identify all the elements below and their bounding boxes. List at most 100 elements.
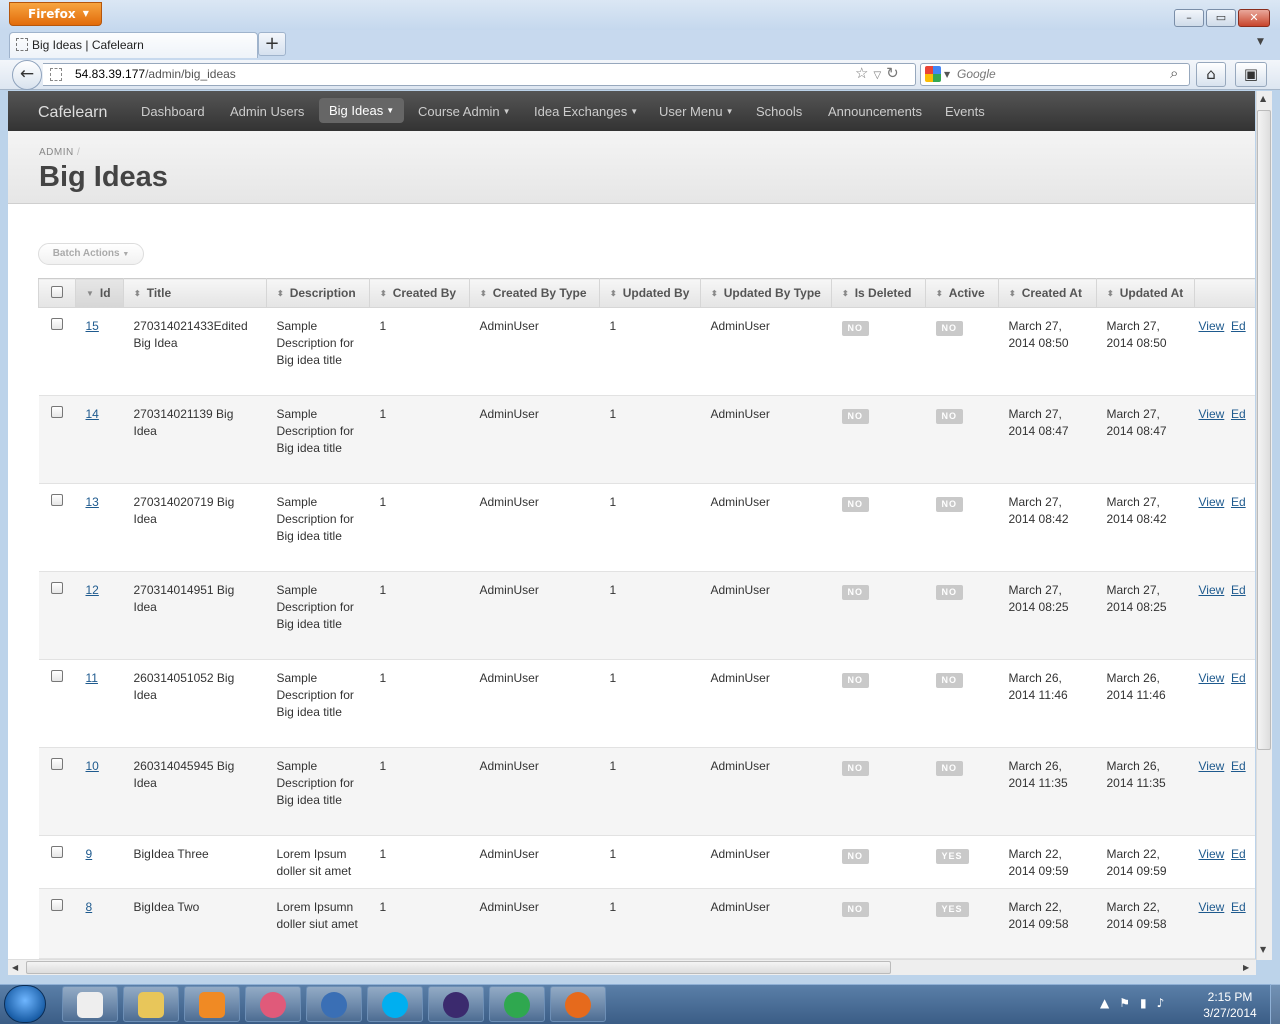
view-link[interactable]: View <box>1199 407 1225 421</box>
taskbar-button-media-player[interactable] <box>184 986 240 1022</box>
view-link[interactable]: View <box>1199 759 1225 773</box>
scroll-right-icon[interactable]: ▶ <box>1243 963 1249 972</box>
history-dropdown-icon[interactable]: ▽ <box>873 70 886 81</box>
id-link[interactable]: 14 <box>86 407 99 421</box>
edit-link[interactable]: Ed <box>1231 759 1246 773</box>
firefox-menu-button[interactable]: Firefox ▼ <box>9 2 102 26</box>
select-all-checkbox[interactable] <box>51 285 63 298</box>
edit-link[interactable]: Ed <box>1231 407 1246 421</box>
nav-dashboard[interactable]: Dashboard <box>141 104 205 119</box>
taskbar-button-skype[interactable] <box>367 986 423 1022</box>
nav-idea-exchanges[interactable]: Idea Exchanges ▼ <box>534 104 638 119</box>
id-link[interactable]: 13 <box>86 495 99 509</box>
column-header-is-deleted[interactable]: ⬍ Is Deleted <box>831 278 926 308</box>
addon-button[interactable]: ▣ <box>1235 62 1267 87</box>
id-link[interactable]: 8 <box>86 900 93 914</box>
action-center-icon[interactable]: ⚑ <box>1119 996 1140 1010</box>
search-icon[interactable]: ⌕ <box>1170 64 1178 82</box>
volume-icon[interactable]: ♪ <box>1157 996 1175 1010</box>
row-checkbox[interactable] <box>50 494 63 506</box>
edit-link[interactable]: Ed <box>1231 900 1246 914</box>
start-button[interactable] <box>4 985 46 1023</box>
id-link[interactable]: 15 <box>86 319 99 333</box>
system-tray[interactable]: ▲⚑▮♪ <box>1100 996 1174 1010</box>
scroll-left-icon[interactable]: ◀ <box>12 963 18 972</box>
close-button[interactable]: ✕ <box>1238 9 1270 27</box>
back-button[interactable]: ← <box>12 60 42 90</box>
new-tab-button[interactable]: + <box>258 32 286 56</box>
scroll-up-icon[interactable]: ▲ <box>1260 94 1266 103</box>
row-checkbox[interactable] <box>50 318 63 330</box>
column-header-id[interactable]: ▼ Id <box>75 278 124 308</box>
cell-active: YES <box>925 835 999 889</box>
view-link[interactable]: View <box>1199 495 1225 509</box>
taskbar-button-eclipse[interactable] <box>428 986 484 1022</box>
taskbar-button-explorer[interactable] <box>123 986 179 1022</box>
edit-link[interactable]: Ed <box>1231 583 1246 597</box>
column-header-description[interactable]: ⬍ Description <box>266 278 370 308</box>
row-checkbox[interactable] <box>50 899 63 911</box>
column-header-title[interactable]: ⬍ Title <box>123 278 267 308</box>
nav-announcements[interactable]: Announcements <box>828 104 922 119</box>
edit-link[interactable]: Ed <box>1231 319 1246 333</box>
column-header-updated-by[interactable]: ⬍ Updated By <box>599 278 701 308</box>
cell-id: 12 <box>75 571 124 660</box>
row-checkbox[interactable] <box>50 670 63 682</box>
nav-schools[interactable]: Schools <box>756 104 802 119</box>
nav-admin-users[interactable]: Admin Users <box>230 104 304 119</box>
id-link[interactable]: 9 <box>86 847 93 861</box>
breadcrumb-admin[interactable]: ADMIN <box>39 147 74 158</box>
row-checkbox[interactable] <box>50 406 63 418</box>
edit-link[interactable]: Ed <box>1231 847 1246 861</box>
id-link[interactable]: 12 <box>86 583 99 597</box>
view-link[interactable]: View <box>1199 583 1225 597</box>
scroll-down-icon[interactable]: ▼ <box>1260 945 1266 954</box>
view-link[interactable]: View <box>1199 847 1225 861</box>
horizontal-scroll-thumb[interactable] <box>26 961 891 974</box>
maximize-button[interactable]: ▭ <box>1206 9 1236 27</box>
nav-course-admin[interactable]: Course Admin ▼ <box>418 104 511 119</box>
id-link[interactable]: 10 <box>86 759 99 773</box>
taskbar-button-thunderbird[interactable] <box>306 986 362 1022</box>
nav-user-menu[interactable]: User Menu ▼ <box>659 104 734 119</box>
id-link[interactable]: 11 <box>86 671 98 685</box>
column-header-updated-at[interactable]: ⬍ Updated At <box>1096 278 1195 308</box>
site-identity-icon[interactable] <box>50 68 62 81</box>
tray-expand-icon[interactable]: ▲ <box>1100 996 1119 1010</box>
nav-events[interactable]: Events <box>945 104 985 119</box>
row-checkbox[interactable] <box>50 758 63 770</box>
row-checkbox[interactable] <box>50 846 63 858</box>
url-text[interactable]: 54.83.39.177/admin/big_ideas <box>75 67 236 81</box>
browser-tab[interactable]: Big Ideas | Cafelearn <box>9 32 258 58</box>
bookmark-star-icon[interactable]: ☆ <box>855 64 873 82</box>
tab-list-icon[interactable]: ▼ <box>1257 37 1271 49</box>
nav-big-ideas[interactable]: Big Ideas ▼ <box>319 98 405 123</box>
edit-link[interactable]: Ed <box>1231 495 1246 509</box>
column-header-updated-by-type[interactable]: ⬍ Updated By Type <box>700 278 832 308</box>
taskbar-clock[interactable]: 2:15 PM 3/27/2014 <box>1195 989 1265 1021</box>
column-header-created-by[interactable]: ⬍ Created By <box>369 278 470 308</box>
view-link[interactable]: View <box>1199 900 1225 914</box>
home-button[interactable]: ⌂ <box>1196 62 1226 87</box>
taskbar-button-chrome[interactable] <box>489 986 545 1022</box>
row-checkbox[interactable] <box>50 582 63 594</box>
view-link[interactable]: View <box>1199 319 1225 333</box>
column-header-active[interactable]: ⬍ Active <box>925 278 999 308</box>
network-icon[interactable]: ▮ <box>1140 996 1157 1010</box>
batch-actions-button[interactable]: Batch Actions ▼ <box>38 243 144 265</box>
reload-icon[interactable]: ↻ <box>886 64 904 82</box>
taskbar-button-notepad[interactable] <box>62 986 118 1022</box>
edit-link[interactable]: Ed <box>1231 671 1246 685</box>
vertical-scroll-thumb[interactable] <box>1257 110 1271 750</box>
column-header-created-by-type[interactable]: ⬍ Created By Type <box>469 278 600 308</box>
taskbar-button-picasa[interactable] <box>245 986 301 1022</box>
minimize-button[interactable]: – <box>1174 9 1204 27</box>
google-search-engine-icon[interactable] <box>925 66 941 82</box>
show-desktop-button[interactable] <box>1270 984 1280 1024</box>
view-link[interactable]: View <box>1199 671 1225 685</box>
column-header-created-at[interactable]: ⬍ Created At <box>998 278 1097 308</box>
status-badge: NO <box>935 673 963 688</box>
search-engine-dropdown-icon[interactable]: ▼ <box>944 70 950 79</box>
taskbar-button-firefox[interactable] <box>550 986 606 1022</box>
brand-logo[interactable]: Cafelearn <box>38 104 107 122</box>
